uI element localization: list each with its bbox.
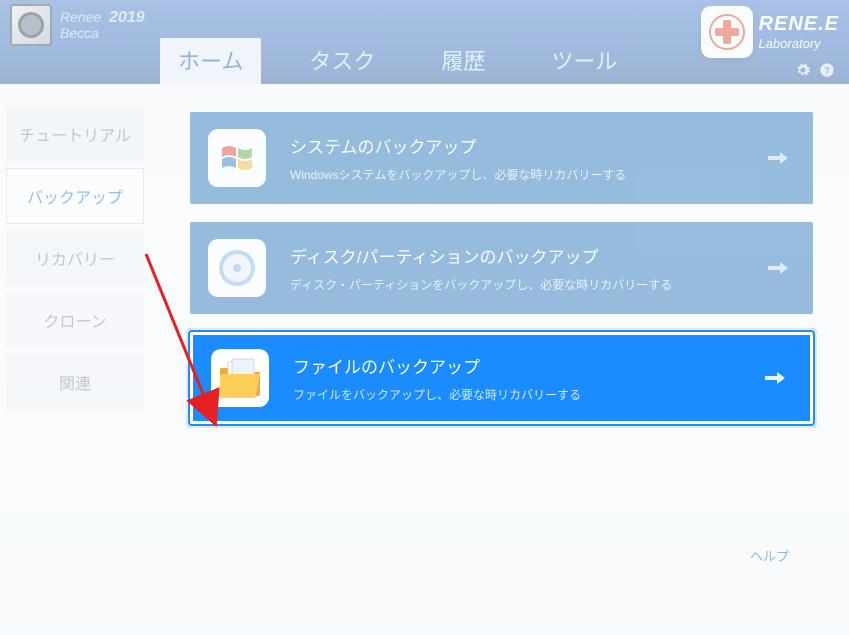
card-title: ファイルのバックアップ (293, 353, 581, 378)
app-name-2: Becca (60, 25, 99, 41)
card-system-backup[interactable]: システムのバックアップ Windowsシステムをバックアップし、必要な時リカバリ… (190, 112, 813, 204)
card-title: システムのバックアップ (290, 133, 626, 158)
main-tabs: ホーム タスク 履歴 ツール (160, 38, 635, 84)
sidebar-item-recovery[interactable]: リカバリー (6, 230, 144, 286)
card-desc: ディスク・パーティションをバックアップし、必要な時リカバリーする (290, 276, 672, 293)
app-title: Renee 2019 Becca (60, 9, 145, 42)
card-disk-backup[interactable]: ディスク/パーティションのバックアップ ディスク・パーティションをバックアップし… (190, 222, 813, 314)
arrow-right-icon (767, 257, 789, 279)
brand-line-2: Laboratory (759, 36, 839, 51)
app-name-1: Renee (60, 9, 101, 25)
card-file-backup[interactable]: ファイルのバックアップ ファイルをバックアップし、必要な時リカバリーする (190, 332, 813, 424)
card-desc: Windowsシステムをバックアップし、必要な時リカバリーする (290, 166, 626, 183)
arrow-right-icon (767, 147, 789, 169)
brand-line-1: RENE.E (759, 13, 839, 36)
medical-cross-icon (708, 13, 746, 51)
tab-history[interactable]: 履歴 (423, 38, 503, 84)
help-link[interactable]: ヘルプ (750, 546, 789, 565)
safe-icon (10, 4, 52, 46)
main-panel: システムのバックアップ Windowsシステムをバックアップし、必要な時リカバリ… (150, 84, 849, 635)
help-icon[interactable]: ? (819, 62, 835, 78)
app-year: 2019 (109, 9, 145, 26)
brand-text: RENE.E Laboratory (759, 13, 839, 51)
brand-area: RENE.E Laboratory (701, 6, 839, 58)
card-desc: ファイルをバックアップし、必要な時リカバリーする (293, 386, 581, 403)
tab-tool[interactable]: ツール (533, 38, 635, 84)
sidebar-item-related[interactable]: 関連 (6, 354, 144, 410)
sidebar-item-clone[interactable]: クローン (6, 292, 144, 348)
app-logo-area: Renee 2019 Becca (0, 0, 155, 50)
folder-icon (211, 349, 269, 407)
sidebar: チュートリアル バックアップ リカバリー クローン 関連 (0, 84, 150, 635)
windows-flag-icon (208, 129, 266, 187)
sidebar-item-backup[interactable]: バックアップ (6, 168, 144, 224)
tab-task[interactable]: タスク (291, 38, 393, 84)
svg-text:?: ? (824, 65, 830, 75)
tab-home[interactable]: ホーム (160, 38, 261, 84)
gear-icon[interactable] (795, 62, 811, 78)
disk-icon (208, 239, 266, 297)
card-title: ディスク/パーティションのバックアップ (290, 243, 672, 268)
brand-badge (701, 6, 753, 58)
sidebar-item-tutorial[interactable]: チュートリアル (6, 106, 144, 162)
title-bar: Renee 2019 Becca ホーム タスク 履歴 ツール RENE.E L… (0, 0, 849, 84)
arrow-right-icon (764, 367, 786, 389)
